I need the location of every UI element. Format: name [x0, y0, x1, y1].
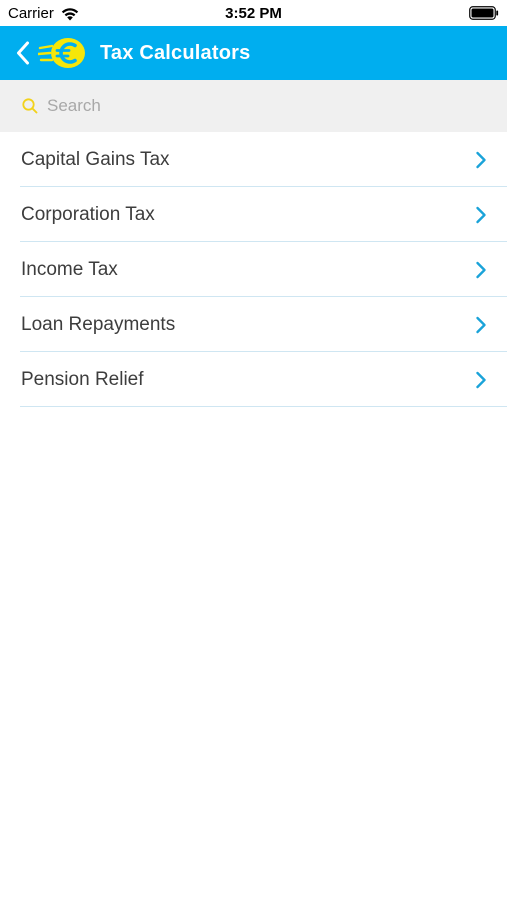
list-item-loan-repayments[interactable]: Loan Repayments: [0, 297, 507, 352]
chevron-right-icon: [476, 261, 486, 278]
status-bar: Carrier 3:52 PM: [0, 0, 507, 26]
page-title: Tax Calculators: [100, 41, 251, 64]
screen: Carrier 3:52 PM Tax Calculators Search C…: [0, 0, 507, 900]
back-button[interactable]: [8, 33, 38, 73]
search-icon: [22, 98, 38, 114]
battery-icon: [469, 6, 499, 20]
nav-bar: Tax Calculators: [0, 26, 507, 80]
list-item-income-tax[interactable]: Income Tax: [0, 242, 507, 297]
search-bar: [0, 80, 507, 132]
list-item-label: Pension Relief: [21, 368, 144, 390]
calculator-list: Capital Gains Tax Corporation Tax Income…: [0, 132, 507, 407]
list-item-label: Capital Gains Tax: [21, 148, 170, 170]
list-item-label: Income Tax: [21, 258, 118, 280]
chevron-right-icon: [476, 206, 486, 223]
euro-logo-icon: [38, 38, 85, 68]
list-item-pension-relief[interactable]: Pension Relief: [0, 352, 507, 407]
list-item-label: Corporation Tax: [21, 203, 155, 225]
chevron-right-icon: [476, 151, 486, 168]
search-input[interactable]: [47, 91, 467, 121]
status-time: 3:52 PM: [225, 5, 282, 22]
list-item-label: Loan Repayments: [21, 313, 176, 335]
list-item-corporation-tax[interactable]: Corporation Tax: [0, 187, 507, 242]
list-item-capital-gains-tax[interactable]: Capital Gains Tax: [0, 132, 507, 187]
chevron-right-icon: [476, 316, 486, 333]
chevron-left-icon: [17, 41, 29, 65]
chevron-right-icon: [476, 371, 486, 388]
